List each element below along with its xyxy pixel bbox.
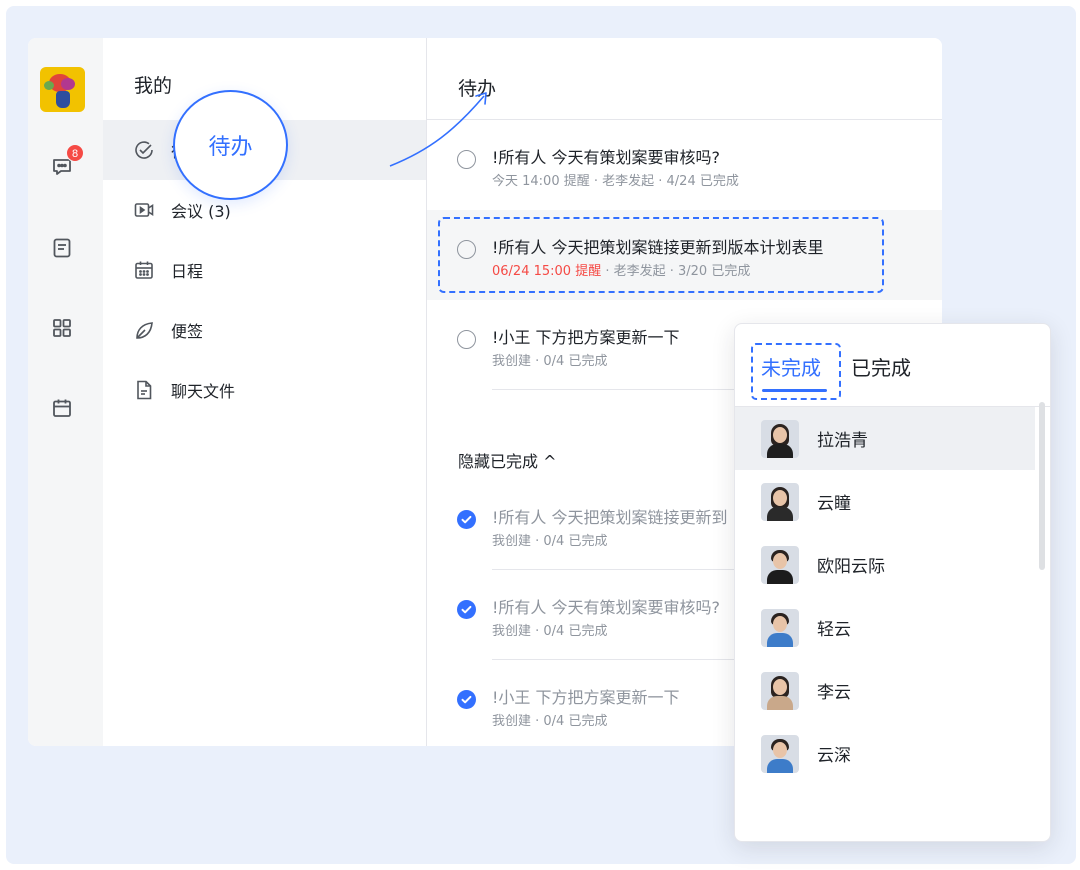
user-avatar[interactable]: [40, 67, 85, 112]
calendar-icon: [133, 259, 155, 281]
doc-icon[interactable]: [50, 236, 74, 260]
sidebar-item-label: 会议 (3): [171, 202, 231, 221]
file-icon: [133, 379, 155, 401]
todo-meta: 今天 14:00 提醒 · 老李发起 · 4/24 已完成: [492, 174, 739, 189]
hide-completed-toggle[interactable]: 隐藏已完成 ^: [458, 448, 557, 472]
checked-icon[interactable]: [457, 510, 476, 529]
member-name: 轻云: [817, 620, 851, 640]
member-list-item[interactable]: 李云: [735, 659, 1035, 722]
avatar: [761, 608, 799, 647]
todo-title: !小王 下方把方案更新一下: [492, 328, 680, 347]
leaf-note-icon: [133, 319, 155, 341]
grid-icon[interactable]: [50, 316, 74, 340]
divider: [427, 119, 942, 120]
avatar: [761, 482, 799, 521]
sidebar-item-chat-files[interactable]: 聊天文件: [103, 360, 426, 420]
member-list-item[interactable]: 云瞳: [735, 470, 1035, 533]
member-name: 云瞳: [817, 494, 851, 514]
member-name: 拉浩青: [817, 431, 868, 451]
tab-incomplete[interactable]: 未完成: [761, 352, 821, 381]
member-name: 欧阳云际: [817, 557, 885, 577]
highlight-frame: [438, 217, 884, 293]
todo-title: !小王 下方把方案更新一下: [492, 688, 680, 707]
member-name: 云深: [817, 746, 851, 766]
panel-title: 待办: [458, 78, 497, 100]
scrollbar[interactable]: [1039, 402, 1045, 570]
member-list-item[interactable]: 拉浩青: [735, 407, 1035, 470]
nav-rail: 8: [28, 38, 103, 746]
avatar: [761, 734, 799, 773]
member-popup: 未完成 已完成 拉浩青云瞳欧阳云际轻云李云云深: [734, 323, 1051, 842]
member-list-item[interactable]: 欧阳云际: [735, 533, 1035, 596]
unread-badge: 8: [66, 144, 84, 162]
sidebar-title: 我的: [134, 75, 173, 97]
avatar: [761, 419, 799, 458]
todo-title: !所有人 今天有策划案要审核吗?: [492, 598, 720, 617]
todo-check-icon: [133, 139, 155, 161]
calendar-icon[interactable]: [50, 396, 74, 420]
video-meeting-icon: [133, 199, 155, 221]
todo-meta: 我创建 · 0/4 已完成: [492, 354, 608, 369]
checked-icon[interactable]: [457, 690, 476, 709]
todo-meta: 我创建 · 0/4 已完成: [492, 624, 608, 639]
callout-bubble: 待办: [173, 90, 288, 200]
todo-meta: 我创建 · 0/4 已完成: [492, 534, 608, 549]
checkbox[interactable]: [457, 330, 476, 349]
member-list-item[interactable]: 轻云: [735, 596, 1035, 659]
checked-icon[interactable]: [457, 600, 476, 619]
sidebar-item-notes[interactable]: 便签: [103, 300, 426, 360]
todo-meta: 我创建 · 0/4 已完成: [492, 714, 608, 729]
checkbox[interactable]: [457, 150, 476, 169]
avatar: [761, 545, 799, 584]
member-list-item[interactable]: 云深: [735, 722, 1035, 785]
sidebar-item-schedule[interactable]: 日程: [103, 240, 426, 300]
sidebar-item-label: 聊天文件: [171, 382, 236, 401]
tab-underline: [762, 389, 827, 392]
avatar: [761, 671, 799, 710]
todo-title: !所有人 今天有策划案要审核吗?: [492, 148, 720, 167]
sidebar-item-label: 便签: [171, 322, 204, 341]
todo-title: !所有人 今天把策划案链接更新到: [492, 508, 728, 527]
tab-completed[interactable]: 已完成: [851, 352, 911, 381]
member-name: 李云: [817, 683, 851, 703]
sidebar-item-label: 日程: [171, 262, 204, 281]
